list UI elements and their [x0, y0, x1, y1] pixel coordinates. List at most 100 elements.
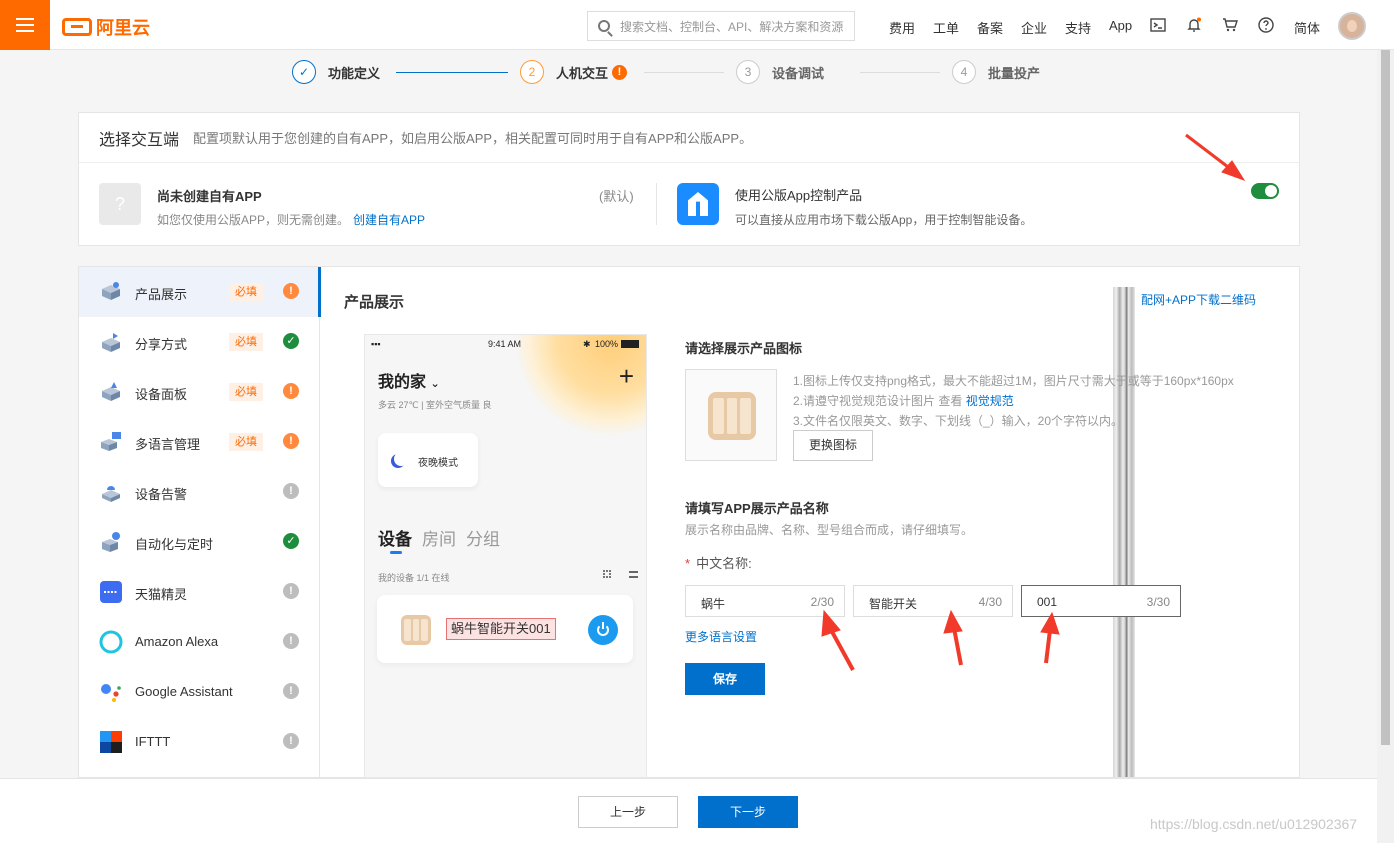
sidebar-item-label: 多语言管理	[135, 437, 201, 452]
step-number: 2	[520, 60, 544, 84]
step-connector	[396, 72, 508, 73]
scrollbar[interactable]	[1377, 50, 1394, 843]
create-own-app-link[interactable]: 创建自有APP	[353, 213, 425, 227]
search-input[interactable]: 搜索文档、控制台、API、解决方案和资源	[587, 11, 855, 41]
phone-tab-devices: 设备	[378, 530, 412, 549]
sidebar-item-tmall-genie[interactable]: 天猫精灵 !	[79, 567, 319, 617]
battery-icon	[621, 340, 639, 348]
avatar[interactable]	[1338, 12, 1366, 40]
switch-icon	[401, 615, 431, 645]
public-app-title: 使用公版App控制产品	[735, 188, 863, 203]
save-button[interactable]: 保存	[685, 663, 765, 695]
watermark: https://blog.csdn.net/u012902367	[1150, 816, 1358, 832]
qr-code-link[interactable]: 配网+APP下载二维码	[1141, 291, 1256, 308]
nav-ticket[interactable]: 工单	[933, 18, 959, 37]
interaction-panel-header: 选择交互端 配置项默认用于您创建的自有APP，如启用公版APP，相关配置可同时用…	[79, 113, 1299, 163]
public-app-icon	[677, 183, 719, 225]
sidebar-item-product-display[interactable]: 产品展示 必填 !	[79, 267, 321, 317]
nav-filing[interactable]: 备案	[977, 18, 1003, 37]
default-tag: (默认)	[599, 189, 634, 204]
ifttt-icon	[100, 731, 122, 753]
info-icon: !	[283, 583, 299, 599]
main-panel: 产品展示 必填 ! 分享方式 必填 ✓ 设备面板 必填 ! 多语言管理 必填 !…	[78, 266, 1300, 778]
step-number: 3	[736, 60, 760, 84]
scan-artifact	[1113, 287, 1135, 777]
list-view-icon	[629, 571, 638, 578]
question-icon: ?	[99, 183, 141, 225]
night-mode-label: 夜晚模式	[418, 458, 458, 469]
chinese-name-label-text: 中文名称:	[696, 556, 752, 571]
sidebar-item-label: 天猫精灵	[135, 587, 188, 602]
power-icon	[588, 615, 618, 645]
sidebar-item-alexa[interactable]: Amazon Alexa !	[79, 617, 319, 667]
sidebar-item-label: 设备面板	[135, 387, 188, 402]
scrollbar-thumb[interactable]	[1381, 50, 1390, 745]
info-icon: !	[283, 633, 299, 649]
char-count: 4/30	[978, 595, 1002, 609]
share-icon	[102, 333, 120, 352]
sidebar-item-automation[interactable]: 自动化与定时 ✓	[79, 517, 319, 567]
more-language-link[interactable]: 更多语言设置	[685, 628, 757, 645]
night-mode-card: 夜晚模式	[378, 433, 478, 487]
next-step-button[interactable]: 下一步	[698, 796, 798, 828]
step-mass-production[interactable]: 4 批量投产	[952, 60, 1040, 84]
info-icon: !	[283, 733, 299, 749]
cart-icon[interactable]	[1222, 17, 1238, 33]
change-icon-button[interactable]: 更换图标	[793, 430, 873, 461]
sidebar-item-label: 设备告警	[135, 487, 188, 502]
step-label: 设备调试	[772, 65, 825, 81]
google-assistant-icon	[101, 684, 121, 702]
terminal-icon[interactable]	[1150, 17, 1166, 33]
warning-icon: !	[612, 64, 628, 80]
info-icon: !	[283, 483, 299, 499]
step-function-definition[interactable]: ✓ 功能定义	[292, 60, 380, 84]
name-input[interactable]: 智能开关 4/30	[853, 585, 1013, 617]
nav-fee[interactable]: 费用	[889, 18, 915, 37]
nav-enterprise[interactable]: 企业	[1021, 18, 1047, 37]
warning-icon: !	[283, 433, 299, 449]
public-app-toggle[interactable]	[1251, 183, 1279, 199]
bottom-bar: 上一步 下一步 https://blog.csdn.net/u012902367	[0, 778, 1377, 843]
nav-app[interactable]: App	[1109, 18, 1132, 33]
name-value: 智能开关	[869, 597, 918, 611]
icon-rule-1: 1.图标上传仅支持png格式，最大不能超过1M，图片尺寸需大于或等于160px*…	[793, 374, 1234, 388]
chinese-name-label: * 中文名称:	[685, 553, 752, 572]
bell-icon[interactable]	[1186, 17, 1202, 33]
interaction-desc: 配置项默认用于您创建的自有APP，如启用公版APP，相关配置可同时用于自有APP…	[193, 131, 753, 146]
step-device-debug[interactable]: 3 设备调试	[736, 60, 824, 84]
help-icon[interactable]	[1258, 17, 1274, 33]
language-icon	[101, 432, 121, 451]
own-app-desc: 如您仅使用公版APP，则无需创建。 创建自有APP	[157, 211, 425, 228]
sidebar: 产品展示 必填 ! 分享方式 必填 ✓ 设备面板 必填 ! 多语言管理 必填 !…	[79, 267, 321, 777]
sidebar-item-multilanguage[interactable]: 多语言管理 必填 !	[79, 417, 319, 467]
required-tag: 必填	[229, 283, 263, 301]
language-switch[interactable]: 简体	[1294, 18, 1320, 37]
sidebar-item-device-panel[interactable]: 设备面板 必填 !	[79, 367, 319, 417]
step-human-interaction[interactable]: 2 人机交互 !	[520, 60, 628, 84]
required-tag: 必填	[229, 333, 263, 351]
sidebar-item-device-alarm[interactable]: 设备告警 !	[79, 467, 319, 517]
info-icon: !	[283, 683, 299, 699]
sidebar-item-ifttt[interactable]: IFTTT !	[79, 717, 319, 767]
brand-input[interactable]: 蜗牛 2/30	[685, 585, 845, 617]
device-card: 蜗牛智能开关001	[377, 595, 633, 663]
prev-step-button[interactable]: 上一步	[578, 796, 678, 828]
required-tag: 必填	[229, 383, 263, 401]
model-input[interactable]: 001 3/30	[1021, 585, 1181, 617]
own-app-desc-text: 如您仅使用公版APP，则无需创建。	[157, 213, 350, 227]
sidebar-item-share[interactable]: 分享方式 必填 ✓	[79, 317, 319, 367]
icon-rule-2: 2.请遵守视觉规范设计图片 查看 视觉规范	[793, 391, 1234, 411]
phone-weather: 多云 27℃ | 室外空气质量 良	[378, 400, 492, 410]
menu-icon[interactable]	[0, 0, 50, 50]
content-area: 产品展示 配网+APP下载二维码 ▪▪▪ 9:41 AM ✱ 100% 我的家 …	[321, 267, 1299, 778]
plus-icon: +	[618, 361, 634, 391]
aliyun-logo[interactable]: 阿里云	[62, 14, 150, 40]
my-devices-label: 我的设备 1/1 在线	[378, 573, 450, 583]
sidebar-item-google-assistant[interactable]: Google Assistant !	[79, 667, 319, 717]
public-app-desc: 可以直接从应用市场下载公版App，用于控制智能设备。	[735, 213, 1033, 227]
visual-spec-link[interactable]: 视觉规范	[966, 394, 1014, 408]
nav-support[interactable]: 支持	[1065, 18, 1091, 37]
tab-indicator	[390, 551, 402, 554]
alarm-icon	[102, 486, 120, 502]
step-connector	[644, 72, 724, 73]
